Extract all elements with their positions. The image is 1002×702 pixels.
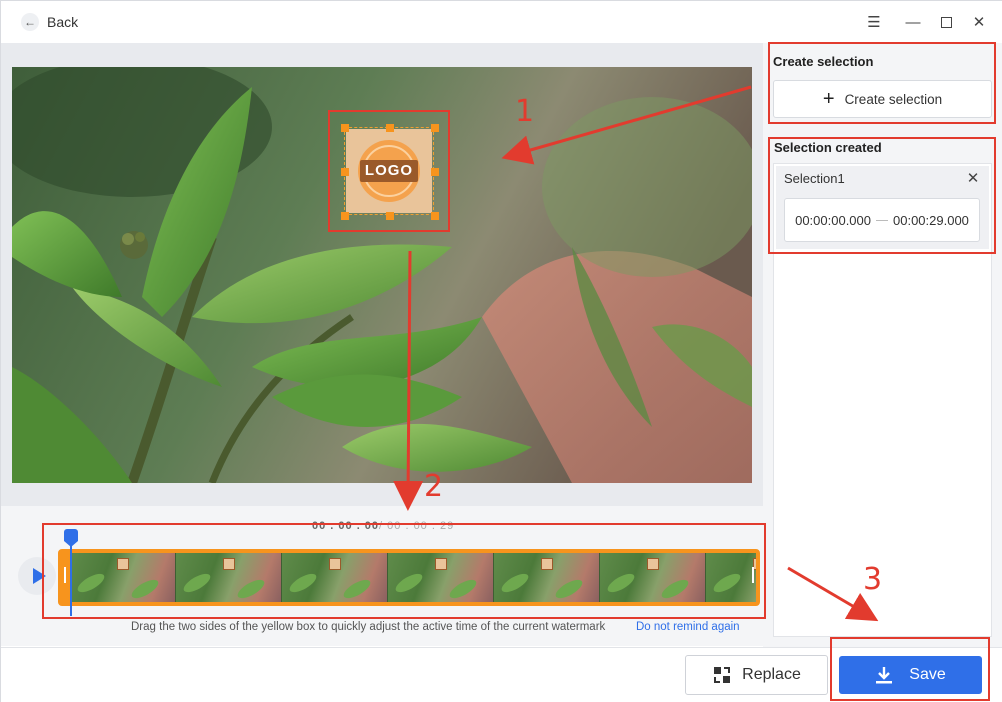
app-window: ← Back ☰ — ✕ LOGO 00 . 00 . 00/ 00 . 00 … <box>0 0 1002 702</box>
callout-arrows <box>393 85 879 622</box>
step-number-1: 1 <box>515 94 535 129</box>
step-number-2: 2 <box>424 469 444 504</box>
step-number-3: 3 <box>863 562 883 597</box>
